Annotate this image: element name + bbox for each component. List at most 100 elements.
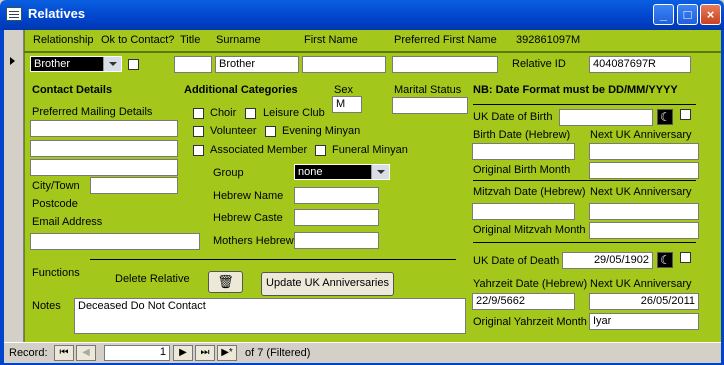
address-line-3[interactable]	[30, 159, 178, 176]
preferred-mailing-label: Preferred Mailing Details	[32, 106, 153, 118]
next-uk-anniversary-label-3: Next UK Anniversary	[590, 278, 692, 290]
uk-dob-label: UK Date of Birth	[473, 111, 553, 123]
chevron-down-icon[interactable]	[371, 165, 389, 179]
next-mitzvah-anniversary-field[interactable]	[589, 203, 699, 220]
header-divider	[24, 51, 721, 53]
minimize-button[interactable]: _	[653, 4, 674, 25]
title-label: Title	[180, 34, 201, 46]
ok-to-contact-checkbox[interactable]	[128, 59, 139, 70]
dob-checkbox[interactable]	[680, 109, 691, 120]
current-record-field[interactable]: 1	[104, 345, 170, 361]
group-label: Group	[213, 167, 244, 179]
yahrzeit-hebrew-label: Yahrzeit Date (Hebrew)	[473, 278, 588, 290]
maximize-button[interactable]: □	[677, 4, 698, 25]
notes-label: Notes	[32, 300, 61, 312]
orig-yahrzeit-month-field[interactable]: Iyar	[589, 313, 699, 330]
functions-label: Functions	[32, 267, 80, 279]
relative-id-field[interactable]: 404087697R	[589, 56, 691, 73]
email-field[interactable]	[30, 233, 200, 250]
address-line-1[interactable]	[30, 120, 178, 137]
contact-details-heading: Contact Details	[32, 84, 113, 96]
dod-checkbox[interactable]	[680, 252, 691, 263]
date-format-note: NB: Date Format must be DD/MM/YYYY	[473, 84, 678, 96]
close-button[interactable]: ×	[700, 4, 721, 25]
email-label: Email Address	[32, 216, 103, 228]
orig-yahrzeit-month-label: Original Yahrzeit Month	[473, 316, 587, 328]
update-uk-anniversaries-button[interactable]: Update UK Anniversaries	[261, 272, 394, 296]
next-yahrzeit-anniversary-field[interactable]: 26/05/2011	[589, 293, 699, 310]
hebrew-caste-field[interactable]	[294, 209, 379, 226]
hebrew-caste-label: Hebrew Caste	[213, 212, 283, 224]
city-town-field[interactable]	[90, 177, 178, 194]
preferred-first-name-label: Preferred First Name	[394, 34, 497, 46]
orig-mitzvah-month-label: Original Mitzvah Month	[473, 224, 586, 236]
marital-status-field[interactable]	[392, 97, 468, 114]
uk-dob-field[interactable]	[559, 109, 653, 126]
address-line-2[interactable]	[30, 140, 178, 157]
city-town-label: City/Town	[32, 180, 80, 192]
current-record-pointer	[10, 57, 15, 65]
postcode-label: Postcode	[32, 198, 78, 210]
relative-id-label: Relative ID	[512, 58, 566, 70]
yahrzeit-hebrew-field[interactable]: 22/9/5662	[472, 293, 575, 310]
next-birth-anniversary-field[interactable]	[589, 143, 699, 160]
first-record-button[interactable]: ⏮	[54, 345, 74, 361]
orig-birth-month-field[interactable]	[589, 162, 699, 179]
uk-dod-field[interactable]: 29/05/1902	[562, 252, 653, 269]
previous-record-button[interactable]: ◀	[76, 345, 96, 361]
sex-field[interactable]: M	[332, 96, 362, 113]
evening-minyan-label: Evening Minyan	[282, 125, 361, 137]
divider	[473, 242, 696, 243]
title-field[interactable]	[174, 56, 212, 73]
next-record-button[interactable]: ▶	[173, 345, 193, 361]
associated-member-checkbox[interactable]	[193, 145, 204, 156]
associated-member-label: Associated Member	[210, 144, 308, 156]
next-uk-anniversary-label-1: Next UK Anniversary	[590, 129, 692, 141]
divider	[473, 180, 696, 181]
orig-birth-month-label: Original Birth Month	[473, 164, 571, 176]
divider	[473, 104, 696, 105]
volunteer-label: Volunteer	[210, 125, 257, 137]
leisure-club-checkbox[interactable]	[245, 108, 256, 119]
orig-mitzvah-month-field[interactable]	[589, 222, 699, 239]
first-name-field[interactable]	[302, 56, 386, 73]
form-icon	[6, 7, 22, 21]
group-select[interactable]: none	[294, 164, 390, 180]
hebrew-name-label: Hebrew Name	[213, 190, 284, 202]
volunteer-checkbox[interactable]	[193, 126, 204, 137]
birth-hebrew-field[interactable]	[472, 143, 575, 160]
delete-button[interactable]: 🗑	[208, 271, 243, 293]
leisure-club-label: Leisure Club	[263, 107, 325, 119]
new-record-button[interactable]: ▶*	[217, 345, 237, 361]
moon-icon[interactable]	[657, 252, 673, 268]
relationship-select[interactable]: Brother	[30, 56, 122, 72]
relationship-label: Relationship	[33, 34, 94, 46]
moon-icon[interactable]	[657, 109, 673, 125]
mothers-hebrew-label: Mothers Hebrew	[213, 235, 294, 247]
trash-icon: 🗑	[217, 274, 234, 289]
funeral-minyan-checkbox[interactable]	[315, 145, 326, 156]
record-selector[interactable]	[4, 30, 24, 342]
ok-to-contact-label: Ok to Contact?	[101, 34, 175, 46]
marital-status-label: Marital Status	[394, 84, 462, 96]
preferred-first-name-field[interactable]	[392, 56, 498, 73]
divider	[90, 259, 456, 260]
next-uk-anniversary-label-2: Next UK Anniversary	[590, 186, 692, 198]
choir-checkbox[interactable]	[193, 108, 204, 119]
surname-label: Surname	[216, 34, 261, 46]
member-id: 392861097M	[516, 34, 581, 46]
sex-label: Sex	[334, 84, 353, 96]
funeral-minyan-label: Funeral Minyan	[332, 144, 408, 156]
last-record-button[interactable]: ⏭	[195, 345, 215, 361]
notes-field[interactable]: Deceased Do Not Contact	[74, 298, 466, 334]
hebrew-name-field[interactable]	[294, 187, 379, 204]
mitzvah-hebrew-label: Mitzvah Date (Hebrew)	[473, 186, 586, 198]
title-bar	[0, 0, 724, 30]
chevron-down-icon[interactable]	[103, 57, 121, 71]
mothers-hebrew-field[interactable]	[294, 232, 379, 249]
evening-minyan-checkbox[interactable]	[265, 126, 276, 137]
record-label: Record:	[9, 347, 48, 359]
surname-field[interactable]: Brother	[215, 56, 299, 73]
additional-categories-heading: Additional Categories	[184, 84, 298, 96]
mitzvah-hebrew-field[interactable]	[472, 203, 575, 220]
